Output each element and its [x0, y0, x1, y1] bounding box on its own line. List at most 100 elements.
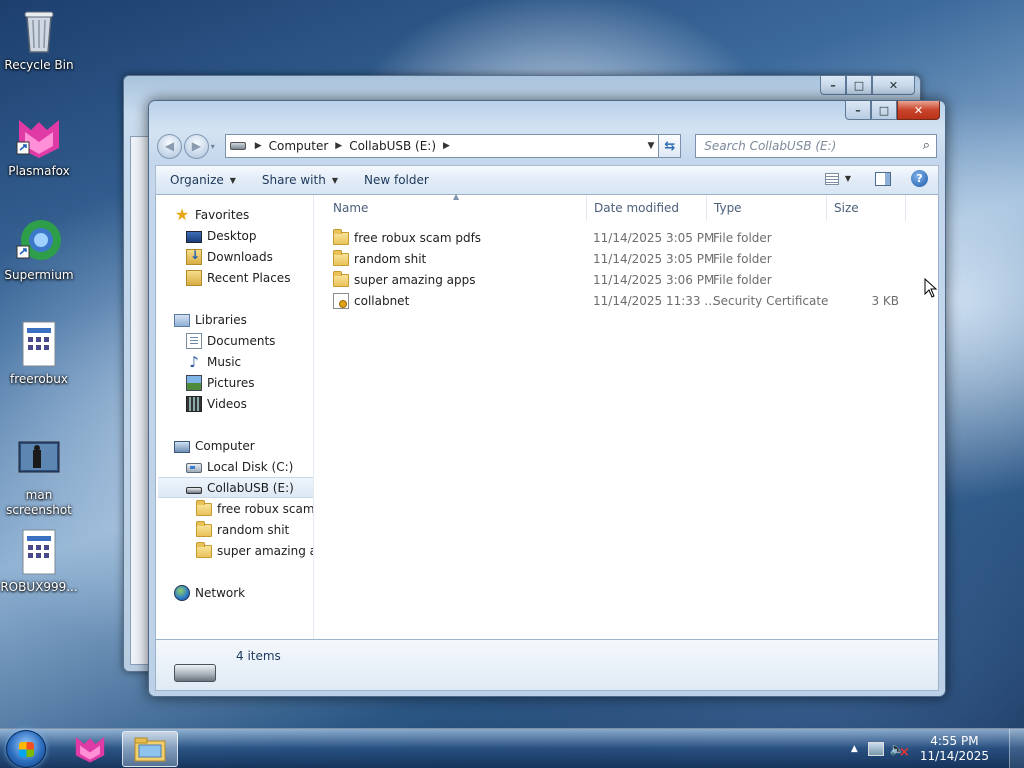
- column-label: Date modified: [594, 201, 680, 215]
- content-area: ★ Favorites Desktop Downloads Recent Pla…: [155, 192, 939, 639]
- minimize-button[interactable]: –: [845, 101, 871, 120]
- nav-desktop[interactable]: Desktop: [186, 225, 257, 246]
- drive-icon: [229, 142, 246, 150]
- forward-button[interactable]: ▶: [183, 133, 209, 159]
- column-size[interactable]: Size: [826, 195, 906, 221]
- nav-documents[interactable]: Documents: [186, 330, 275, 351]
- nav-label: Music: [207, 354, 242, 369]
- desktop-icon-recycle-bin[interactable]: Recycle Bin: [2, 6, 76, 73]
- nav-network[interactable]: Network: [174, 582, 245, 603]
- music-icon: ♪: [189, 352, 199, 371]
- nav-videos[interactable]: Videos: [186, 393, 247, 414]
- share-with-button[interactable]: Share with ▼: [262, 173, 338, 187]
- recent-places-icon: [186, 269, 202, 286]
- desktop-icon-label: Plasmafox: [8, 164, 70, 178]
- desktop-icon-freerobux[interactable]: freerobux: [2, 320, 76, 387]
- desktop-icon-robux999[interactable]: ROBUX999...: [0, 528, 78, 595]
- show-desktop-button[interactable]: [1009, 729, 1024, 768]
- file-row[interactable]: collabnet 11/14/2025 11:33 ... Security …: [315, 290, 938, 311]
- nav-label: CollabUSB (E:): [207, 480, 294, 495]
- nav-local-disk[interactable]: Local Disk (C:): [186, 456, 293, 477]
- back-button[interactable]: ◀: [157, 133, 182, 159]
- close-button[interactable]: ✕: [872, 76, 915, 95]
- search-icon[interactable]: ⌕: [923, 138, 930, 153]
- file-list[interactable]: Name ▲ Date modified Type Size free robu…: [315, 192, 938, 639]
- desktop-icon-supermium[interactable]: Supermium: [2, 216, 76, 283]
- desktop-icon-label: Supermium: [4, 268, 74, 282]
- start-button[interactable]: [6, 730, 46, 768]
- chevron-right-icon[interactable]: ▶: [335, 141, 342, 151]
- column-type[interactable]: Type: [706, 195, 827, 221]
- file-name: super amazing apps: [354, 272, 476, 287]
- nav-label: Recent Places: [207, 270, 291, 285]
- nav-recent-places[interactable]: Recent Places: [186, 267, 290, 288]
- maximize-button[interactable]: □: [846, 76, 872, 95]
- nav-label: super amazing apps: [217, 543, 313, 558]
- chevron-right-icon[interactable]: ▶: [255, 141, 262, 151]
- minimize-button[interactable]: –: [820, 76, 846, 95]
- nav-pictures[interactable]: Pictures: [186, 372, 255, 393]
- desktop-icon-plasmafox[interactable]: Plasmafox: [2, 112, 76, 179]
- refresh-icon: ⇆: [664, 138, 676, 154]
- maximize-button[interactable]: □: [871, 101, 897, 120]
- breadcrumb-computer[interactable]: Computer: [269, 139, 329, 153]
- recent-pages-dropdown[interactable]: ▾: [211, 142, 221, 151]
- usb-drive-icon: [174, 664, 216, 682]
- file-type: Security Certificate: [713, 293, 829, 308]
- nav-label: Computer: [195, 438, 255, 453]
- refresh-button[interactable]: ⇆: [659, 134, 682, 158]
- pictures-icon: [186, 374, 202, 391]
- organize-button[interactable]: Organize ▼: [170, 173, 236, 187]
- nav-favorites[interactable]: ★ Favorites: [174, 204, 249, 225]
- nav-computer[interactable]: Computer: [174, 435, 255, 456]
- nav-label: Downloads: [207, 249, 273, 264]
- preview-pane-icon[interactable]: [875, 171, 891, 186]
- nav-label: Videos: [207, 396, 247, 411]
- file-row[interactable]: super amazing apps 11/14/2025 3:06 PM Fi…: [315, 269, 938, 290]
- new-folder-button[interactable]: New folder: [364, 173, 429, 187]
- file-row[interactable]: free robux scam pdfs 11/14/2025 3:05 PM …: [315, 227, 938, 248]
- taskbar-explorer[interactable]: [122, 731, 178, 767]
- nav-subfolder-3[interactable]: super amazing apps: [196, 540, 313, 561]
- folder-icon: [196, 521, 212, 537]
- nav-downloads[interactable]: Downloads: [186, 246, 273, 267]
- new-folder-label: New folder: [363, 173, 429, 187]
- nav-collabusb[interactable]: CollabUSB (E:): [158, 477, 313, 498]
- usb-drive-icon: [186, 486, 202, 494]
- file-name-cell: super amazing apps: [333, 269, 476, 290]
- documents-icon: [186, 332, 202, 349]
- column-date-modified[interactable]: Date modified: [586, 195, 707, 221]
- taskbar-plasmafox[interactable]: [62, 731, 118, 767]
- file-date: 11/14/2025 3:06 PM: [593, 272, 715, 287]
- search-input[interactable]: Search CollabUSB (E:) ⌕: [695, 134, 938, 158]
- desktop-icon-label: ROBUX999...: [0, 580, 78, 594]
- network-status-icon[interactable]: [867, 742, 884, 756]
- navigation-pane[interactable]: ★ Favorites Desktop Downloads Recent Pla…: [156, 195, 314, 639]
- system-tray: ▲ 🔈 4:55 PM 11/14/2025: [851, 729, 1024, 768]
- nav-subfolder-2[interactable]: random shit: [196, 519, 289, 540]
- breadcrumb-collabusb[interactable]: CollabUSB (E:): [349, 139, 436, 153]
- address-bar[interactable]: ▶ Computer ▶ CollabUSB (E:) ▶ ▼: [224, 134, 660, 158]
- nav-subfolder-1[interactable]: free robux scam pdfs: [196, 498, 313, 519]
- close-button[interactable]: ✕: [897, 101, 940, 120]
- file-date: 11/14/2025 3:05 PM: [593, 251, 715, 266]
- image-file-icon: [15, 436, 63, 484]
- show-hidden-icons-icon[interactable]: ▲: [851, 744, 858, 754]
- clock[interactable]: 4:55 PM 11/14/2025: [920, 734, 989, 764]
- file-name: collabnet: [354, 293, 410, 308]
- address-dropdown-icon[interactable]: ▼: [647, 141, 654, 151]
- file-size: [831, 227, 899, 248]
- desktop-icon-man-screenshot[interactable]: man screenshot: [2, 436, 76, 518]
- help-icon[interactable]: ?: [911, 170, 928, 187]
- view-options-icon[interactable]: [824, 172, 839, 185]
- clock-date: 11/14/2025: [919, 749, 989, 763]
- file-type: File folder: [713, 230, 772, 245]
- file-row[interactable]: random shit 11/14/2025 3:05 PM File fold…: [315, 248, 938, 269]
- chevron-down-icon[interactable]: ▼: [845, 174, 851, 183]
- volume-muted-icon[interactable]: 🔈: [890, 742, 910, 760]
- explorer-window[interactable]: – □ ✕ ◀ ▶ ▾ ▶ Computer ▶ CollabUSB (E:) …: [148, 100, 946, 697]
- chevron-right-icon[interactable]: ▶: [443, 141, 450, 151]
- nav-music[interactable]: ♪ Music: [186, 351, 241, 372]
- nav-libraries[interactable]: Libraries: [174, 309, 247, 330]
- navigation-bar: ◀ ▶ ▾ ▶ Computer ▶ CollabUSB (E:) ▶ ▼ ⇆ …: [157, 131, 938, 161]
